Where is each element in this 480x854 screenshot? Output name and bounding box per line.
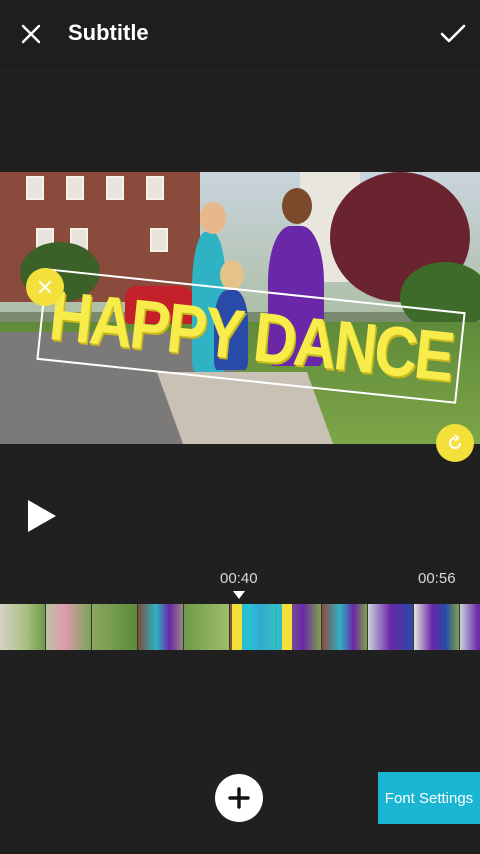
person-right-head bbox=[282, 188, 312, 224]
child-head bbox=[220, 260, 244, 290]
timeline-frame bbox=[368, 604, 414, 650]
timeline-marker-current: 00:40 bbox=[220, 570, 258, 587]
timeline-frame bbox=[92, 604, 138, 650]
selection-end-handle[interactable] bbox=[282, 604, 292, 650]
add-subtitle-button[interactable] bbox=[215, 774, 263, 822]
font-settings-button[interactable]: Font Settings bbox=[378, 772, 480, 824]
rotate-icon bbox=[449, 434, 461, 449]
playhead[interactable] bbox=[233, 591, 245, 599]
timeline-frame bbox=[322, 604, 368, 650]
selection-start-handle[interactable] bbox=[232, 604, 242, 650]
close-icon bbox=[21, 24, 41, 44]
close-button[interactable] bbox=[14, 17, 48, 51]
delete-subtitle-button[interactable] bbox=[26, 268, 64, 306]
check-icon bbox=[440, 24, 466, 43]
top-bar: Subtitle bbox=[0, 0, 480, 68]
timeline-frame bbox=[138, 604, 184, 650]
timeline-frame bbox=[414, 604, 460, 650]
timeline-frame bbox=[460, 604, 480, 650]
plus-icon bbox=[228, 787, 250, 809]
timeline-frame bbox=[184, 604, 230, 650]
play-button[interactable] bbox=[24, 496, 60, 536]
selected-subtitle-clip[interactable] bbox=[242, 604, 282, 650]
close-icon bbox=[39, 281, 51, 293]
person-left-head bbox=[200, 202, 226, 234]
page-title: Subtitle bbox=[68, 20, 149, 45]
timeline-marker-end: 00:56 bbox=[418, 570, 456, 587]
play-icon bbox=[28, 500, 56, 532]
timeline-frame bbox=[0, 604, 46, 650]
confirm-button[interactable] bbox=[436, 17, 470, 51]
rotate-scale-handle[interactable] bbox=[436, 424, 474, 462]
timeline-frame bbox=[46, 604, 92, 650]
